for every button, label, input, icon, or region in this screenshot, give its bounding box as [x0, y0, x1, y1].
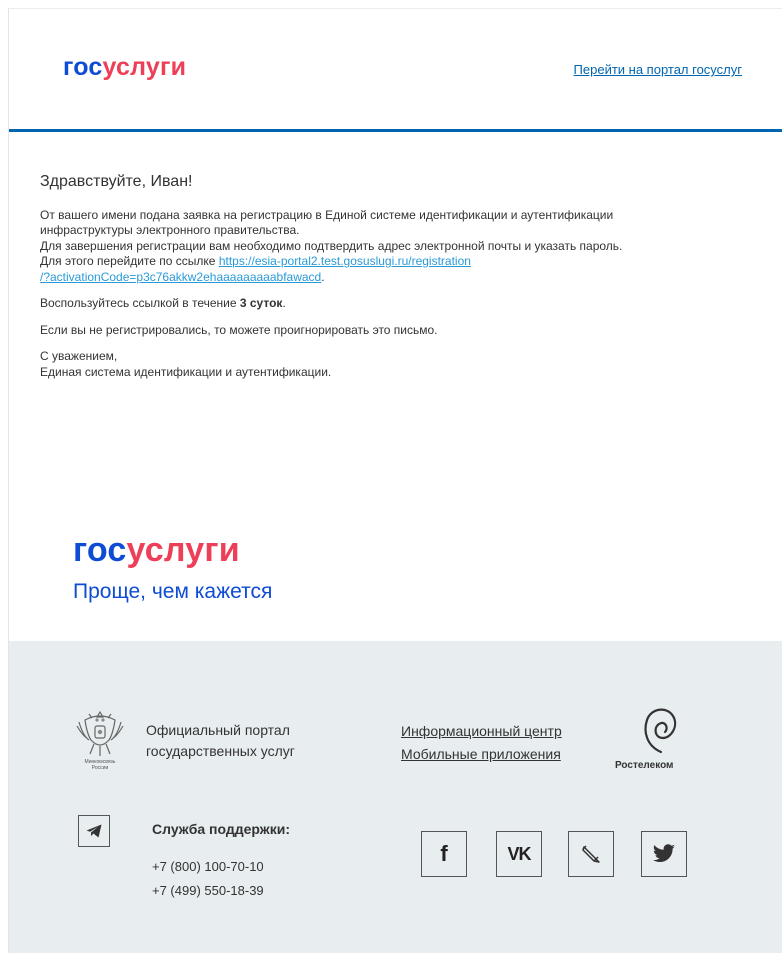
header-divider: [9, 129, 782, 132]
support-title: Служба поддержки:: [152, 821, 290, 837]
activation-link-part1: https://esia-portal2.test.gosuslugi.ru/r…: [218, 254, 471, 268]
message-body: Здравствуйте, Иван! От вашего имени пода…: [40, 174, 750, 391]
logo-part-uslugi: услуги: [102, 53, 187, 81]
logo-part-gos: гос: [63, 53, 103, 81]
info-center-link[interactable]: Информационный центр: [401, 720, 562, 743]
facebook-button[interactable]: f: [421, 831, 467, 877]
gosuslugi-logo[interactable]: госуслуги: [63, 53, 186, 82]
pencil-icon: [582, 845, 600, 863]
livejournal-button[interactable]: [568, 831, 614, 877]
rostelecom-label: Ростелеком: [615, 760, 674, 771]
promo-logo-part-uslugi: услуги: [126, 531, 240, 569]
support-phone-1[interactable]: +7 (800) 100-70-10: [152, 859, 264, 874]
registration-paragraph: От вашего имени подана заявка на регистр…: [40, 208, 750, 286]
telegram-button[interactable]: [78, 815, 110, 847]
validity-paragraph: Воспользуйтесь ссылкой в течение 3 суток…: [40, 296, 750, 312]
official-line1: Официальный портал: [146, 722, 290, 738]
closing-paragraph: С уважением, Единая система идентификаци…: [40, 349, 750, 380]
official-line2: государственных услуг: [146, 743, 295, 759]
para1-line3: Для завершения регистрации вам необходим…: [40, 238, 623, 253]
ministry-label-2: России: [91, 765, 109, 771]
para1-line1: От вашего имени подана заявка на регистр…: [40, 207, 614, 222]
email-header: госуслуги Перейти на портал госуслуг: [9, 9, 782, 132]
twitter-button[interactable]: [641, 831, 687, 877]
rostelecom-icon[interactable]: [637, 704, 681, 760]
official-portal-text: Официальный портал государственных услуг: [146, 720, 295, 762]
mobile-apps-link[interactable]: Мобильные приложения: [401, 743, 562, 766]
email-footer: Минкомсвязь России Официальный портал го…: [9, 641, 782, 953]
promo-logo[interactable]: госуслуги: [73, 531, 240, 570]
activation-link-part2: /?activationCode=p3c76akkw2ehaaaaaaaaabf…: [40, 269, 322, 284]
regards: С уважением,: [40, 349, 118, 363]
signature: Единая система идентификации и аутентифи…: [40, 364, 332, 379]
link-suffix: .: [321, 269, 325, 284]
para1-line4: Для этого перейдите по ссылке: [40, 254, 219, 268]
email-container: госуслуги Перейти на портал госуслуг Здр…: [8, 8, 782, 953]
para1-line2: инфраструктуры электронного правительств…: [40, 223, 300, 237]
footer-links: Информационный центр Мобильные приложени…: [401, 720, 562, 766]
promo-logo-part-gos: гос: [73, 531, 127, 569]
slogan: Проще, чем кажется: [73, 580, 273, 603]
vk-button[interactable]: VK: [496, 831, 542, 877]
ministry-label: Минкомсвязь России: [69, 759, 131, 771]
support-phone-2[interactable]: +7 (499) 550-18-39: [152, 883, 264, 898]
ignore-paragraph: Если вы не регистрировались, то можете п…: [40, 322, 438, 337]
vk-icon: VK: [507, 843, 531, 864]
validity-suffix: .: [282, 296, 286, 310]
twitter-bird-icon: [652, 844, 675, 862]
greeting: Здравствуйте, Иван!: [40, 173, 193, 190]
validity-prefix: Воспользуйтесь ссылкой в течение: [40, 296, 240, 310]
telegram-icon: [86, 824, 102, 838]
portal-link[interactable]: Перейти на портал госуслуг: [574, 62, 742, 77]
validity-period: 3 суток: [239, 296, 283, 310]
facebook-icon: f: [440, 841, 448, 866]
